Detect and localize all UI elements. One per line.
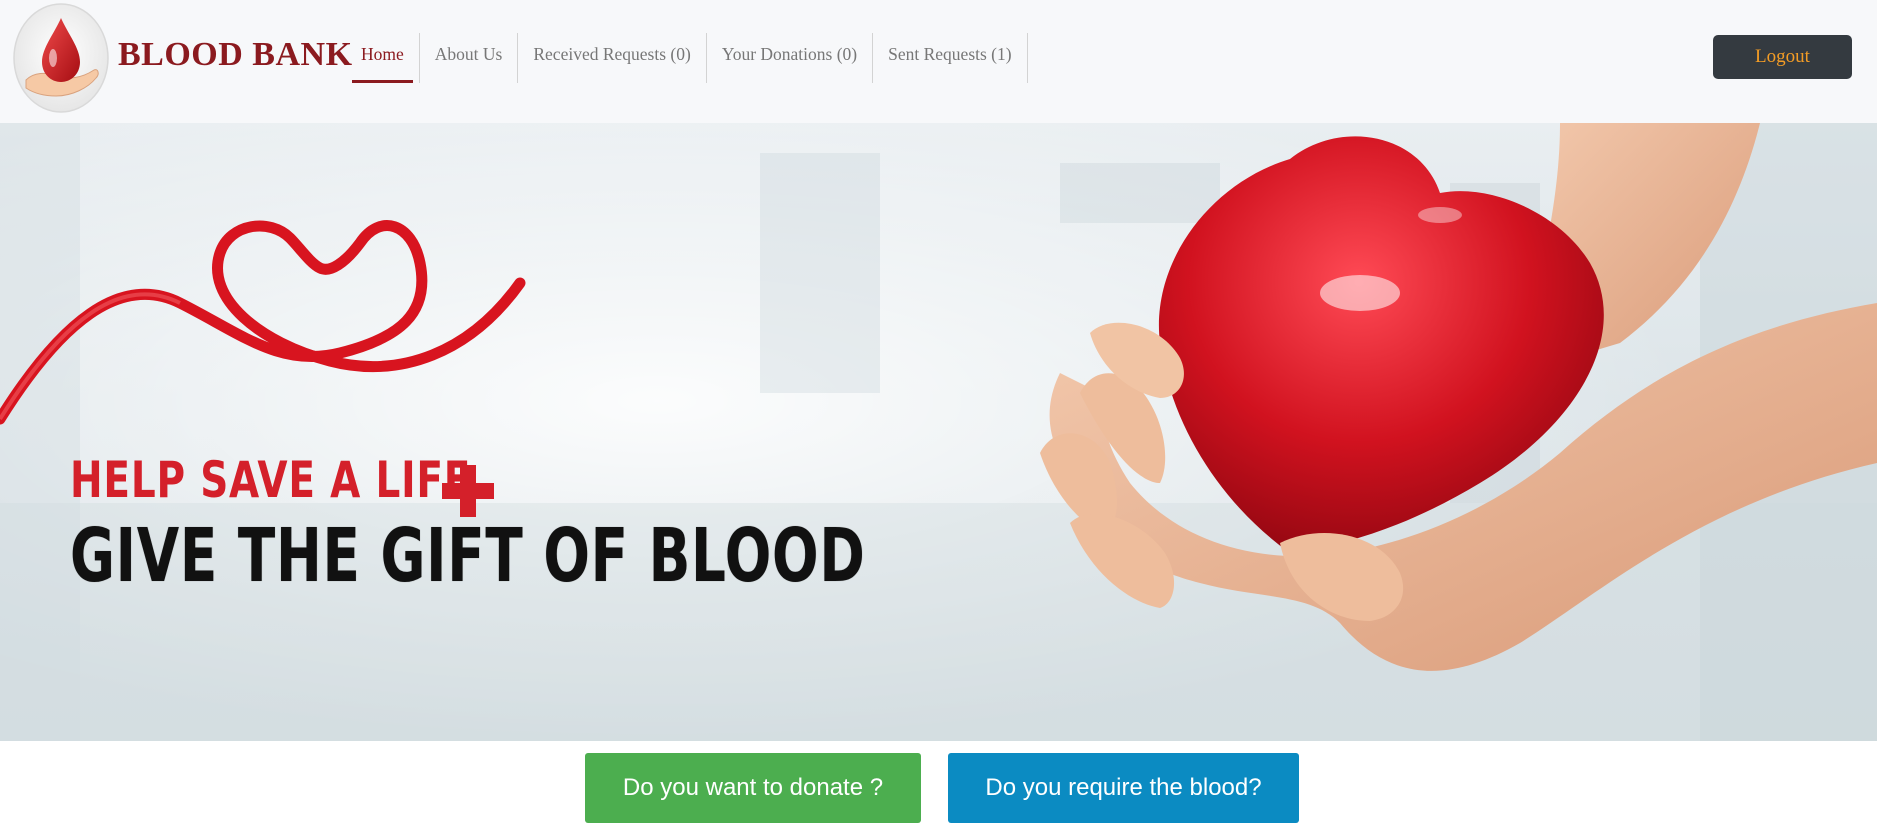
logout-button[interactable]: Logout <box>1713 35 1852 79</box>
require-blood-button[interactable]: Do you require the blood? <box>948 753 1299 823</box>
red-cross-icon <box>442 465 494 517</box>
nav-item-about-us[interactable]: About Us <box>418 33 519 83</box>
nav-item-received-requests[interactable]: Received Requests (0) <box>518 33 707 83</box>
brand-name[interactable]: BLOOD BANK <box>118 36 353 74</box>
hero-tagline-secondary: GIVE THE GIFT OF BLOOD <box>70 513 866 599</box>
hero-banner: HELP SAVE A LIFE GIVE THE GIFT OF BLOOD <box>0 123 1877 741</box>
blood-drop-hand-icon[interactable] <box>12 2 110 114</box>
hero-tagline-primary: HELP SAVE A LIFE <box>70 451 472 509</box>
navbar: BLOOD BANK Home About Us Received Reques… <box>0 0 1877 123</box>
main-nav: Home About Us Received Requests (0) Your… <box>352 33 1028 83</box>
donate-button[interactable]: Do you want to donate ? <box>585 753 921 823</box>
nav-item-sent-requests[interactable]: Sent Requests (1) <box>873 33 1028 83</box>
nav-item-home[interactable]: Home <box>352 33 413 83</box>
nav-item-your-donations[interactable]: Your Donations (0) <box>707 33 874 83</box>
hero-background <box>0 123 1877 741</box>
